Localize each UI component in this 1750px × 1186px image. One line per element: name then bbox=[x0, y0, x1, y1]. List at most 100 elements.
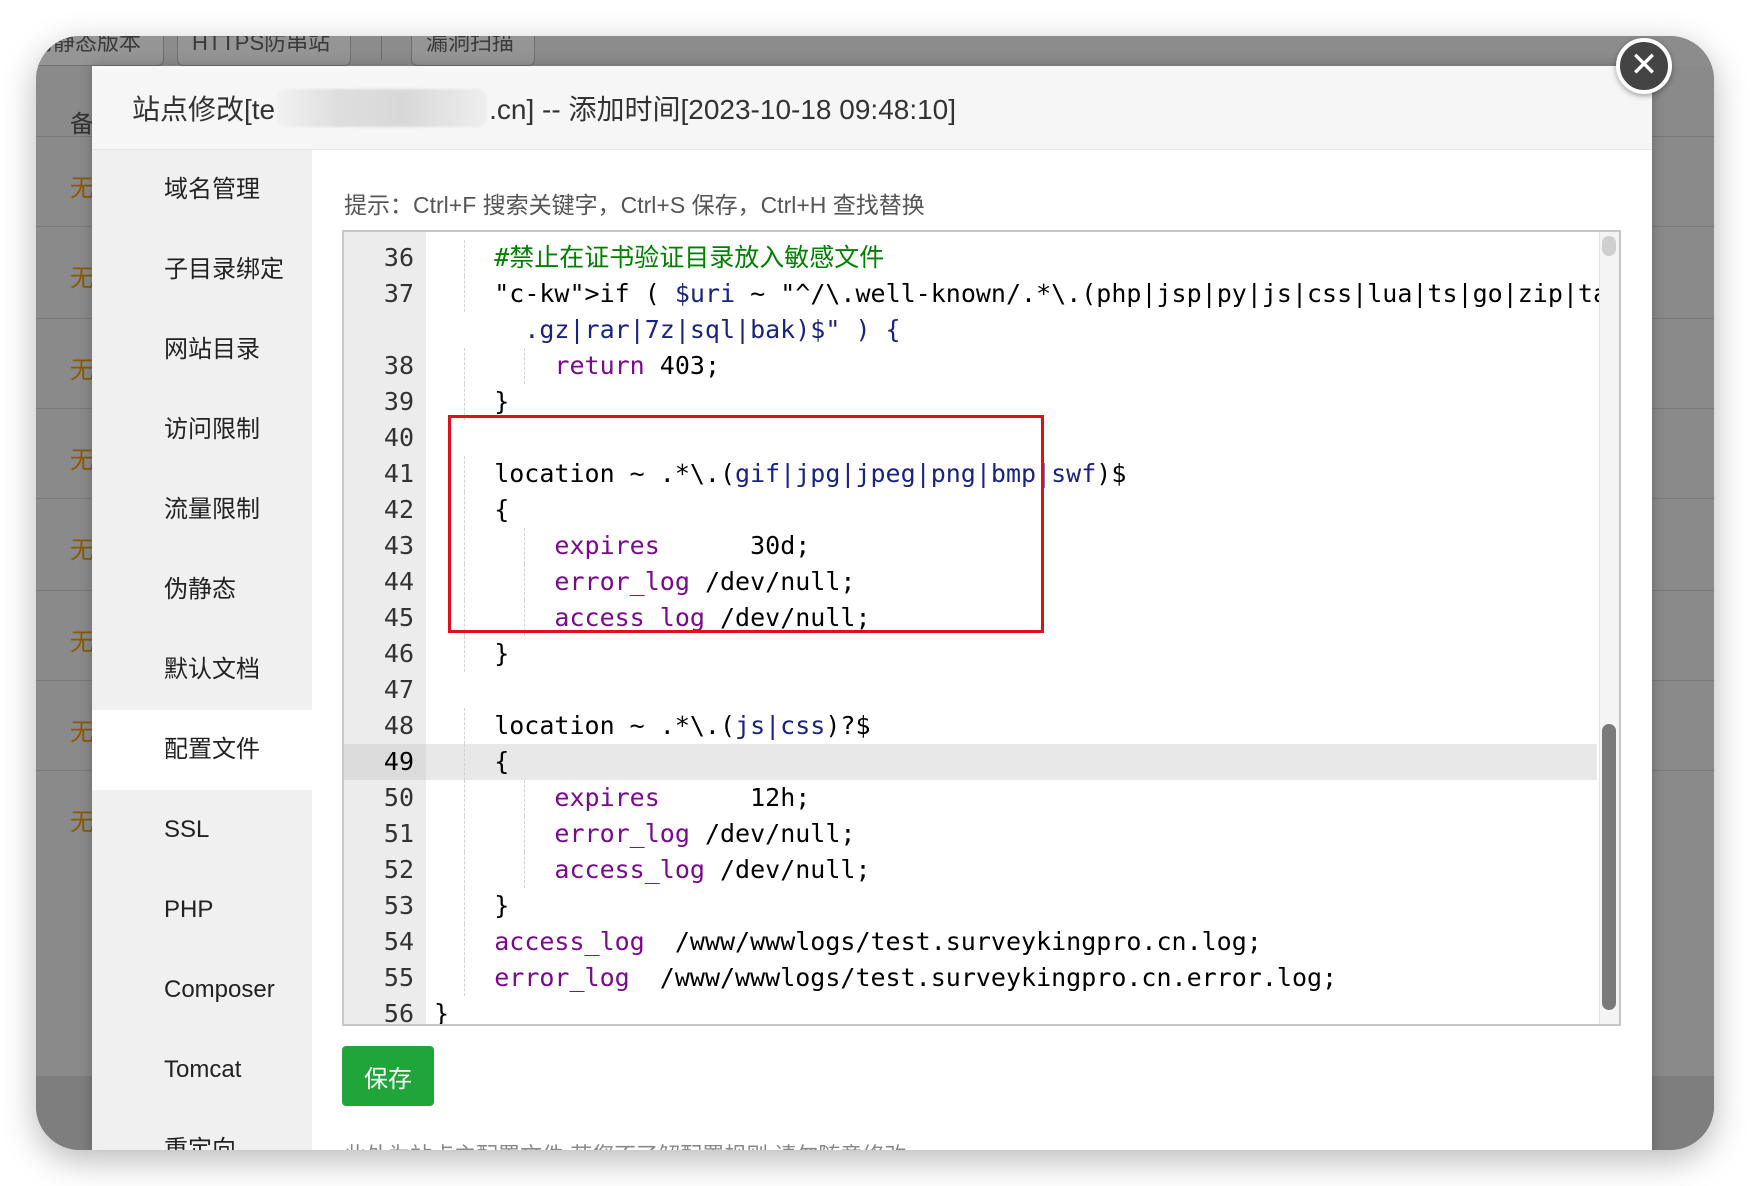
code-text: error_log /dev/null; bbox=[554, 819, 856, 848]
code-text: expires 12h; bbox=[554, 783, 811, 812]
line-number: 51 bbox=[383, 819, 414, 848]
code-line[interactable]: .gz|rar|7z|sql|bak)$" ) { bbox=[344, 312, 1597, 348]
code-line[interactable]: 43 expires 30d; bbox=[344, 528, 1597, 564]
line-number: 49 bbox=[344, 744, 426, 780]
code-line[interactable]: 52 access_log /dev/null; bbox=[344, 852, 1597, 888]
code-text: #禁止在证书验证目录放入敏感文件 bbox=[434, 243, 885, 272]
code-text: { bbox=[434, 747, 510, 776]
code-line[interactable]: 41 location ~ .*\.(gif|jpg|jpeg|png|bmp|… bbox=[344, 456, 1597, 492]
code-text: } bbox=[434, 891, 510, 920]
code-text: access_log /www/wwwlogs/test.surveykingp… bbox=[494, 927, 1262, 956]
config-warning-note: 此处为站点主配置文件,若您不了解配置规则,请勿随意修改. bbox=[344, 1138, 912, 1150]
line-number: 56 bbox=[383, 999, 414, 1026]
line-number: 50 bbox=[383, 783, 414, 812]
code-line[interactable]: 44 error_log /dev/null; bbox=[344, 564, 1597, 600]
code-text: location ~ .*\.(js|css)?$ bbox=[434, 711, 871, 740]
close-icon[interactable]: ✕ bbox=[1616, 38, 1672, 94]
sidebar-item-access-limit[interactable]: 访问限制 bbox=[92, 390, 312, 470]
line-number: 45 bbox=[383, 603, 414, 632]
code-line[interactable]: 47 bbox=[344, 672, 1597, 708]
sidebar-item-redirect[interactable]: 重定向 bbox=[92, 1110, 312, 1150]
line-number: 36 bbox=[383, 243, 414, 272]
sidebar-item-traffic-limit[interactable]: 流量限制 bbox=[92, 470, 312, 550]
sidebar-item-default-doc[interactable]: 默认文档 bbox=[92, 630, 312, 710]
line-number: 39 bbox=[383, 387, 414, 416]
code-line[interactable]: 49 { bbox=[344, 744, 1597, 780]
background-row-mark: 无 bbox=[70, 175, 94, 202]
code-line[interactable]: 45 access_log /dev/null; bbox=[344, 600, 1597, 636]
sidebar-item-php[interactable]: PHP bbox=[92, 870, 312, 950]
background-row-mark: 无 bbox=[70, 629, 94, 656]
sidebar-item-rewrite[interactable]: 伪静态 bbox=[92, 550, 312, 630]
line-number: 54 bbox=[383, 927, 414, 956]
line-number: 40 bbox=[383, 423, 414, 452]
code-text: error_log /dev/null; bbox=[554, 567, 856, 596]
background-tab: 漏洞扫描 bbox=[411, 36, 535, 66]
scrollbar-track-top bbox=[1602, 236, 1616, 256]
line-number: 55 bbox=[383, 963, 414, 992]
code-text: "c-kw">if ( $uri ~ "^/\.well-known/.*\.(… bbox=[494, 279, 1621, 308]
background-tab: HTTPS防串站 bbox=[177, 36, 351, 66]
config-code-editor[interactable]: 36 #禁止在证书验证目录放入敏感文件 37 "c-kw">if ( $uri ~… bbox=[342, 230, 1621, 1026]
background-row-mark: 无 bbox=[70, 265, 94, 292]
code-line[interactable]: 46 } bbox=[344, 636, 1597, 672]
background-column-header: 备 bbox=[70, 111, 94, 138]
modal-title-prefix: 站点修改[te bbox=[132, 94, 276, 125]
sidebar-item-site-directory[interactable]: 网站目录 bbox=[92, 310, 312, 390]
config-content: 提示：Ctrl+F 搜索关键字，Ctrl+S 保存，Ctrl+H 查找替换 36… bbox=[312, 150, 1652, 1150]
line-number: 46 bbox=[383, 639, 414, 668]
code-text: expires 30d; bbox=[554, 531, 811, 560]
code-line[interactable]: 53 } bbox=[344, 888, 1597, 924]
code-text: } bbox=[434, 999, 450, 1026]
line-number: 42 bbox=[383, 495, 414, 524]
code-text: return 403; bbox=[554, 351, 720, 380]
code-line[interactable]: 37 "c-kw">if ( $uri ~ "^/\.well-known/.*… bbox=[344, 276, 1619, 312]
settings-sidebar: 域名管理 子目录绑定 网站目录 访问限制 流量限制 伪静态 默认文档 配置文件 … bbox=[92, 150, 312, 1150]
code-text: error_log /www/wwwlogs/test.surveykingpr… bbox=[494, 963, 1338, 992]
code-line[interactable]: 56} bbox=[344, 996, 1597, 1026]
code-line[interactable]: 36 #禁止在证书验证目录放入敏感文件 bbox=[344, 240, 1597, 276]
sidebar-item-config-file[interactable]: 配置文件 bbox=[92, 710, 312, 790]
code-text: access_log /dev/null; bbox=[554, 603, 871, 632]
code-line[interactable]: 40 bbox=[344, 420, 1597, 456]
line-number: 38 bbox=[383, 351, 414, 380]
save-button[interactable]: 保存 bbox=[342, 1046, 434, 1106]
code-text: { bbox=[434, 495, 510, 524]
sidebar-item-domain[interactable]: 域名管理 bbox=[92, 150, 312, 230]
code-line[interactable]: 50 expires 12h; bbox=[344, 780, 1597, 816]
modal-header: 站点修改[te .cn] -- 添加时间[2023-10-18 09:48:10… bbox=[92, 66, 1652, 150]
sidebar-item-composer[interactable]: Composer bbox=[92, 950, 312, 1030]
code-text: location ~ .*\.(gif|jpg|jpeg|png|bmp|swf… bbox=[434, 459, 1127, 488]
background-row-mark: 无 bbox=[70, 537, 94, 564]
site-edit-modal: 站点修改[te .cn] -- 添加时间[2023-10-18 09:48:10… bbox=[92, 66, 1652, 1150]
scrollbar-thumb[interactable] bbox=[1602, 724, 1616, 1010]
line-number: 53 bbox=[383, 891, 414, 920]
line-number: 44 bbox=[383, 567, 414, 596]
code-line[interactable]: 38 return 403; bbox=[344, 348, 1597, 384]
code-line[interactable]: 39 } bbox=[344, 384, 1597, 420]
line-number: 43 bbox=[383, 531, 414, 560]
background-tab: 伪静态版本 bbox=[36, 36, 164, 66]
code-text: } bbox=[434, 639, 510, 668]
background-row-mark: 无 bbox=[70, 357, 94, 384]
code-text: } bbox=[434, 387, 510, 416]
line-number: 52 bbox=[383, 855, 414, 884]
line-number: 37 bbox=[383, 279, 414, 308]
background-row-mark: 无 bbox=[70, 809, 94, 836]
code-line[interactable]: 55 error_log /www/wwwlogs/test.surveykin… bbox=[344, 960, 1597, 996]
sidebar-item-ssl[interactable]: SSL bbox=[92, 790, 312, 870]
code-line[interactable]: 48 location ~ .*\.(js|css)?$ bbox=[344, 708, 1597, 744]
code-line[interactable]: 42 { bbox=[344, 492, 1597, 528]
code-lines[interactable]: 36 #禁止在证书验证目录放入敏感文件 37 "c-kw">if ( $uri ~… bbox=[344, 240, 1619, 1026]
editor-scrollbar[interactable] bbox=[1599, 232, 1619, 1024]
code-line[interactable]: 54 access_log /www/wwwlogs/test.surveyki… bbox=[344, 924, 1597, 960]
screenshot-frame: 伪静态版本 HTTPS防串站 漏洞扫描 备 无 无 无 无 无 无 无 无 站点… bbox=[36, 36, 1714, 1150]
sidebar-item-tomcat[interactable]: Tomcat bbox=[92, 1030, 312, 1110]
background-tabbar: 伪静态版本 HTTPS防串站 漏洞扫描 bbox=[36, 36, 1714, 66]
line-number: 41 bbox=[383, 459, 414, 488]
modal-title-suffix: .cn] -- 添加时间[2023-10-18 09:48:10] bbox=[489, 94, 957, 125]
code-text: .gz|rar|7z|sql|bak)$" ) { bbox=[524, 315, 901, 344]
code-text: access_log /dev/null; bbox=[554, 855, 871, 884]
sidebar-item-subdirectory[interactable]: 子目录绑定 bbox=[92, 230, 312, 310]
code-line[interactable]: 51 error_log /dev/null; bbox=[344, 816, 1597, 852]
